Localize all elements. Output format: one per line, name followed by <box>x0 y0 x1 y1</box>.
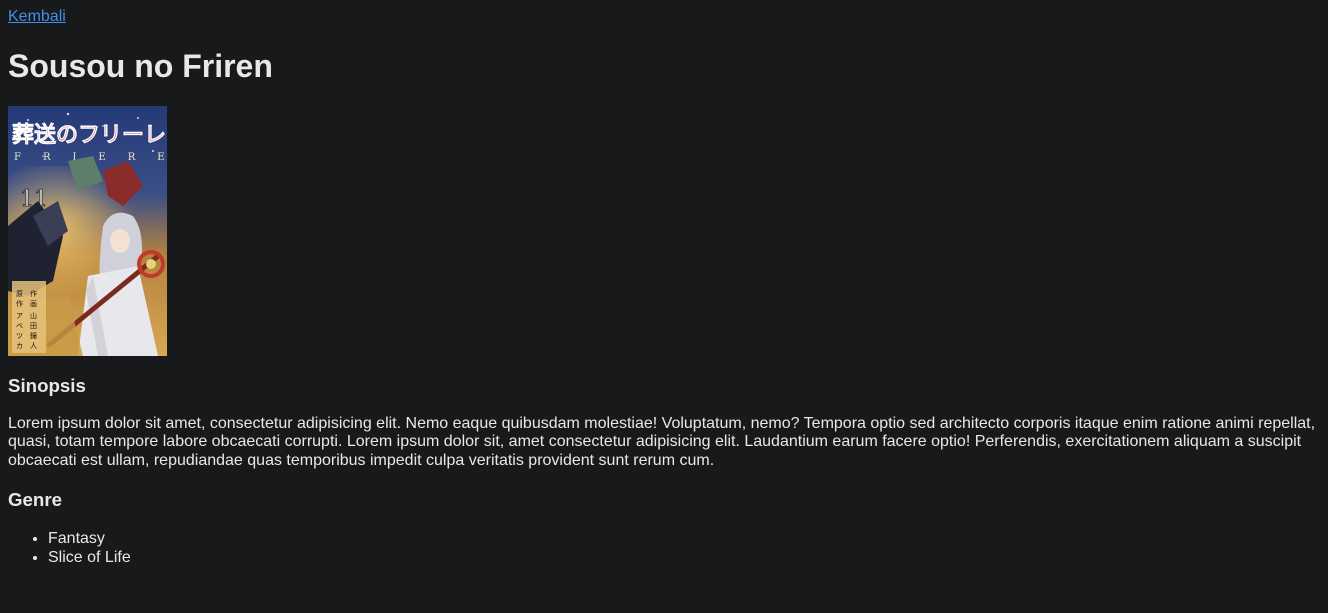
genre-list: Fantasy Slice of Life <box>8 529 1320 567</box>
svg-text:原: 原 <box>16 290 23 298</box>
genre-heading: Genre <box>8 489 63 511</box>
synopsis-text: Lorem ipsum dolor sit amet, consectetur … <box>8 415 1316 469</box>
page: Kembali Sousou no Friren 葬送のフリーレ 11 原 作 … <box>0 0 1328 575</box>
svg-text:画: 画 <box>30 300 37 308</box>
svg-text:人: 人 <box>30 342 37 350</box>
svg-text:田: 田 <box>30 322 37 330</box>
page-title: Sousou no Friren <box>8 48 273 84</box>
svg-text:葬送のフリーレン: 葬送のフリーレン <box>12 122 167 148</box>
cover-image: 葬送のフリーレン FRIEREN 11 <box>8 106 167 356</box>
svg-text:カ: カ <box>16 342 23 350</box>
svg-text:ベ: ベ <box>16 322 23 330</box>
svg-text:ア: ア <box>16 312 23 320</box>
svg-text:作: 作 <box>30 289 37 298</box>
genre-item: Slice of Life <box>48 548 1320 567</box>
back-link[interactable]: Kembali <box>8 8 66 26</box>
svg-text:作: 作 <box>16 299 23 308</box>
genre-item: Fantasy <box>48 529 1320 548</box>
svg-text:鐘: 鐘 <box>30 331 37 340</box>
svg-text:ツ: ツ <box>16 332 23 340</box>
synopsis-heading: Sinopsis <box>8 375 86 396</box>
svg-text:山: 山 <box>30 311 37 320</box>
